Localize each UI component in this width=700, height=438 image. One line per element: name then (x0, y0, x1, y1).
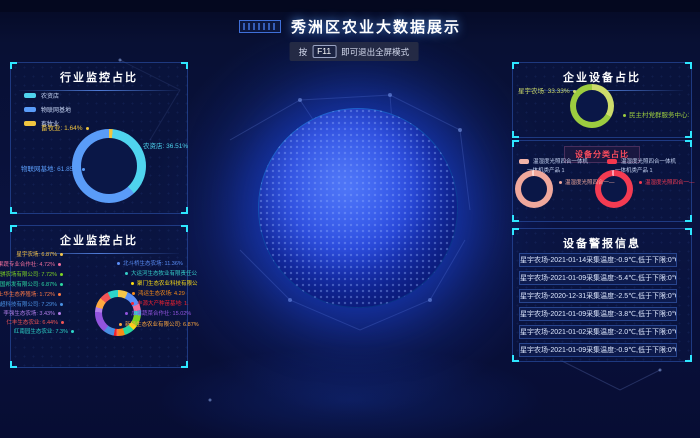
legend-swatch (607, 159, 617, 164)
legend-label: 温湿度光照四合一体机 (533, 157, 588, 165)
slice-label: 仁丰生态农业: 6.44% (6, 321, 64, 327)
equipment-donut-chart[interactable] (570, 84, 614, 128)
slice-label: 星宇农场: 6.87% (16, 253, 63, 259)
fullscreen-tip: 按 F11 即可退出全屏模式 (290, 42, 419, 61)
panel-corner (685, 131, 692, 138)
page-title: 秀洲区农业大数据展示 (291, 16, 461, 37)
panel-device-alerts: 设备警报信息 星宇农场-2021-01-14采集温度:-0.9℃,低于下限:0℃… (512, 228, 692, 362)
panel-industry-monitor: 行业监控占比 农资店 物联网基地 畜牧业 畜牧业: 1.64% 农资店: 36.… (10, 62, 188, 214)
panel-equipment-share: 企业设备占比 星宇农场: 33.33% 民主村党群服务中心: (512, 62, 692, 138)
slice-label: 聚门生态农业科技有限公 (131, 282, 198, 288)
panel-corner (181, 361, 188, 368)
panel-corner (512, 62, 519, 69)
legend-item[interactable]: 温湿度光照四合一体机 (519, 157, 588, 165)
panel-corner (512, 215, 519, 222)
panel-device-classification: 设备分类占比 温湿度光照四合一体机 一体机类产品 1 温湿度光照四合一体机 一体… (512, 140, 692, 222)
top-strip (0, 0, 700, 12)
slice-label: 农资店: 36.51% (137, 144, 188, 151)
slice-label: 北斗桥生态农场: 11.36% (117, 262, 183, 268)
slice-label: 红旗果蔬专业合作社: 4.72% (0, 263, 61, 269)
legend-swatch (24, 107, 36, 112)
header: 秀洲区农业大数据展示 (0, 16, 700, 37)
device-class-donut-right[interactable] (595, 170, 633, 208)
slice-label: 鸿运生态农场: 4.29 (132, 292, 185, 298)
alert-row: 星宇农场-2021-01-09采集温度:-3.8℃,低于下限:0℃ (519, 307, 677, 321)
legend-item[interactable]: 农资店 (24, 91, 71, 100)
alert-row: 星宇农场-2021-01-09采集温度:-0.9℃,低于下限:0℃ (519, 343, 677, 357)
legend-label: 物联网基地 (41, 105, 71, 114)
panel-enterprise-monitor: 企业监控占比 星宇农场: 6.87% 红旗果蔬专业合作社: 4.72% 家骐农场… (10, 225, 188, 368)
legend-label: 农资店 (41, 91, 59, 100)
donut-hole (521, 176, 547, 202)
slice-label: 温湿度光照四合一— (559, 181, 615, 187)
device-class-donut-left[interactable] (515, 170, 553, 208)
slice-label: 大运河生态牧业有限责任公 (125, 272, 197, 278)
slice-label: 瓜果蔬菜合作社: 15.02% (125, 312, 191, 318)
panel-corner (181, 225, 188, 232)
alert-row: 星宇农场-2021-01-09采集温度:-5.4℃,低于下限:0℃ (519, 271, 677, 285)
tip-suffix: 即可退出全屏模式 (341, 46, 409, 58)
slice-label: 温湿度光照四合一— (639, 181, 695, 187)
panel-title: 设备警报信息 (513, 229, 691, 251)
panel-corner (685, 355, 692, 362)
globe (258, 108, 458, 308)
slice-label: 家骐农场有限公司: 7.72% (0, 273, 63, 279)
panel-title: 企业监控占比 (11, 226, 187, 248)
legend-swatch (519, 159, 529, 164)
slice-label: 李强生态农场: 3.43% (3, 312, 61, 318)
slice-label: 新硕生态农业有限公司: 6.87% (119, 323, 199, 329)
panel-title: 行业监控占比 (11, 63, 187, 85)
header-logo (239, 20, 281, 33)
panel-corner (181, 62, 188, 69)
legend-item[interactable]: 物联网基地 (24, 105, 71, 114)
panel-corner (685, 228, 692, 235)
slice-label: 星宇农场: 33.33% (518, 89, 576, 96)
slice-label: 民主村党群服务中心: (623, 113, 689, 120)
panel-corner (512, 228, 519, 235)
alert-row: 星宇农场-2021-01-02采集温度:-2.0℃,低于下限:0℃ (519, 325, 677, 339)
industry-donut-chart[interactable] (72, 129, 146, 203)
alert-row: 星宇农场-2020-12-31采集温度:-2.5℃,低于下限:0℃ (519, 289, 677, 303)
slice-label: 国邦发有限公司: 6.87% (0, 283, 63, 289)
panel-corner (10, 62, 17, 69)
legend-swatch (24, 121, 36, 126)
tip-prefix: 按 (299, 46, 308, 58)
slice-label: 红南园生态农业: 7.3% (14, 330, 74, 336)
slice-label: 中超科技有限公司: 7.29% (0, 303, 63, 309)
panel-corner (512, 131, 519, 138)
panel-title: 企业设备占比 (513, 63, 691, 85)
panel-corner (10, 207, 17, 214)
legend-item[interactable]: 温湿度光照四合一体机 (607, 157, 676, 165)
donut-hole (576, 90, 608, 122)
panel-corner (685, 62, 692, 69)
legend-swatch (24, 93, 36, 98)
panel-corner (512, 140, 519, 147)
slice-label: 畜牧业: 1.64% (41, 126, 89, 133)
slice-label: 丰源大产种苗基地: 1. (131, 302, 189, 308)
panel-corner (685, 215, 692, 222)
legend-label: 温湿度光照四合一体机 (621, 157, 676, 165)
panel-corner (10, 361, 17, 368)
panel-corner (10, 225, 17, 232)
panel-corner (181, 207, 188, 214)
donut-hole (81, 138, 137, 194)
panel-corner (685, 140, 692, 147)
slice-label: 物联网基地: 61.85% (21, 167, 85, 174)
slice-label: 上华生态养殖场: 1.72% (0, 293, 61, 299)
f11-keycap: F11 (312, 45, 336, 58)
panel-corner (512, 355, 519, 362)
alert-row: 星宇农场-2021-01-14采集温度:-0.9℃,低于下限:0℃ (519, 253, 677, 267)
